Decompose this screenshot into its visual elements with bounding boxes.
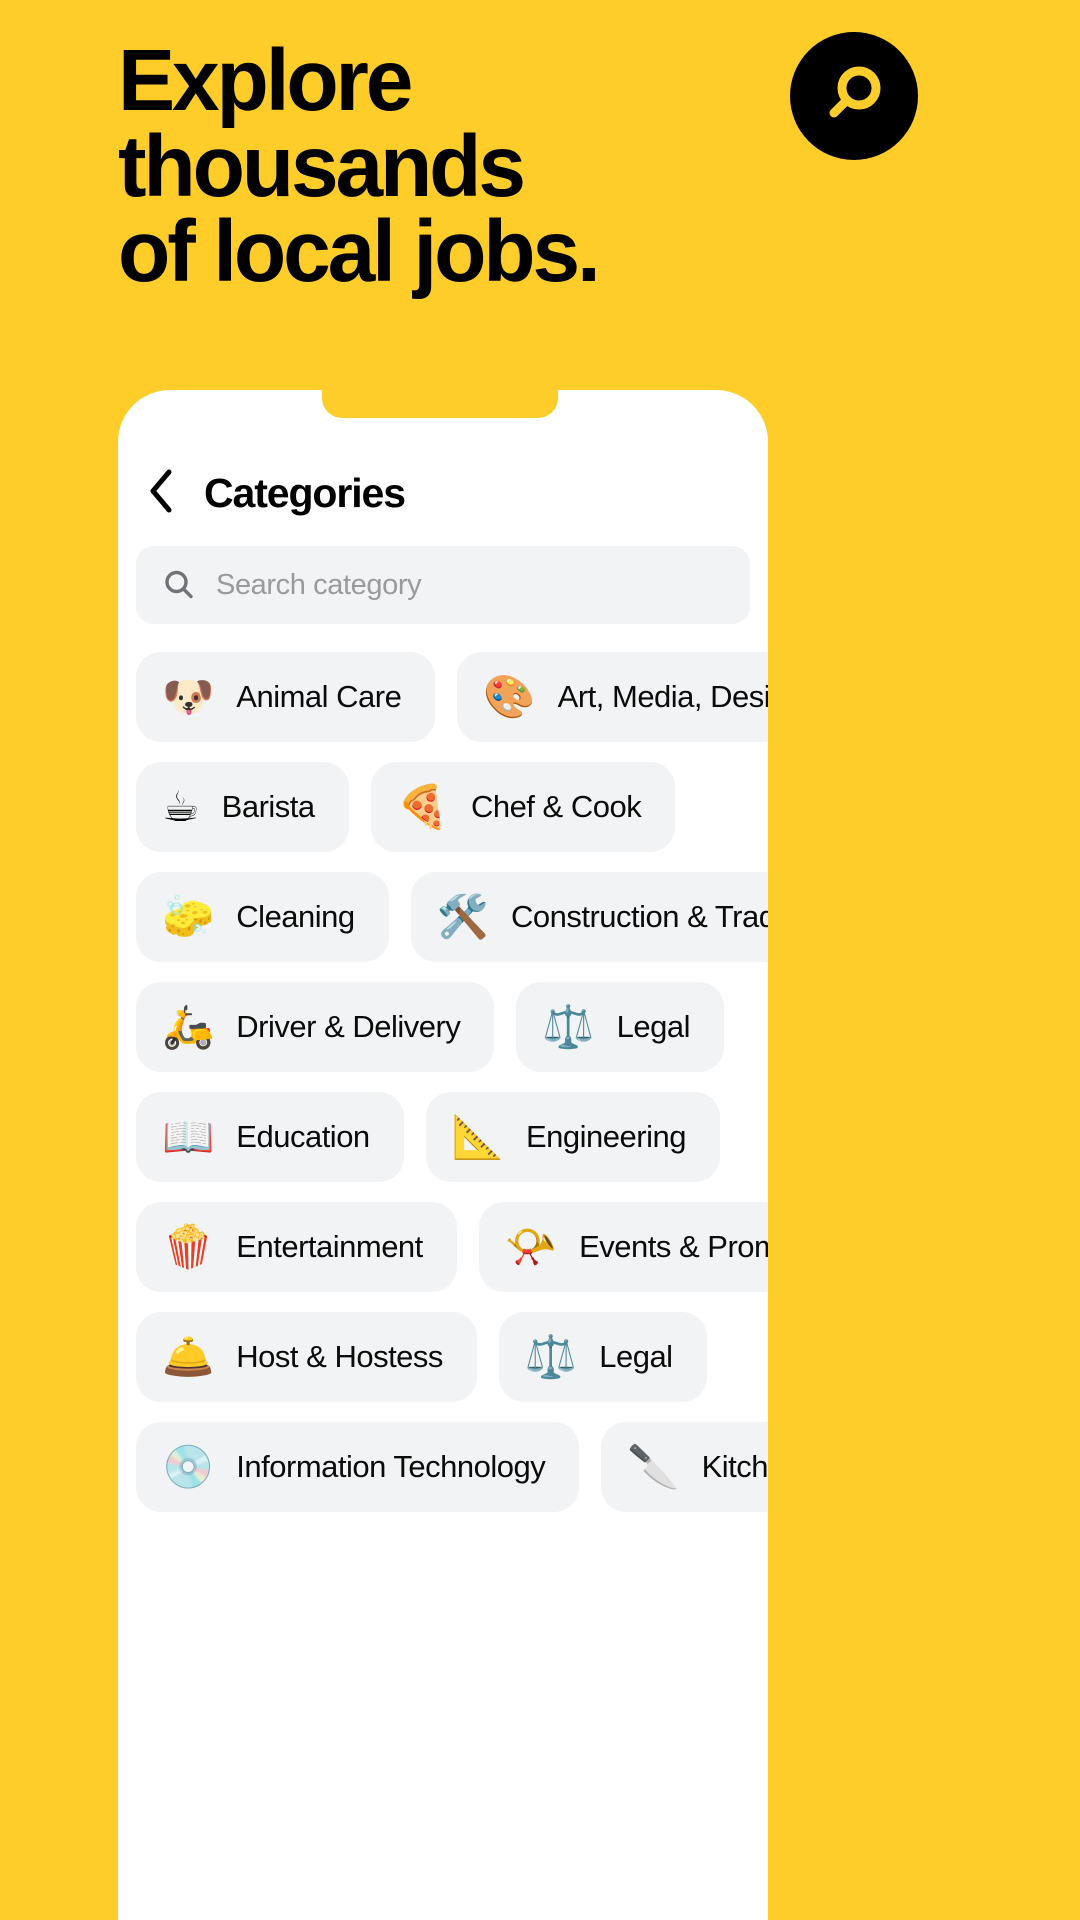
hot-beverage-emoji: ☕ (162, 782, 200, 831)
category-chip[interactable]: 🍿 Entertainment (136, 1202, 457, 1292)
bellhop-bell-emoji: 🛎️ (162, 1332, 215, 1381)
category-chip[interactable]: 🐶 Animal Care (136, 652, 436, 742)
category-chip-label: Chef & Cook (470, 789, 642, 824)
search-icon (816, 58, 892, 134)
category-chip[interactable]: ⚖️ Legal (498, 1312, 707, 1402)
back-button[interactable] (138, 468, 184, 519)
category-chip-row: 🛎️ Host & Hostess ⚖️ Legal (136, 1312, 768, 1402)
page-headline: Explore thousands of local jobs. (118, 32, 748, 301)
category-chip[interactable]: 📖 Education (136, 1092, 404, 1182)
category-chip[interactable]: 🧽 Cleaning (136, 872, 389, 962)
category-chip[interactable]: 💿 Information Technology (136, 1422, 580, 1512)
category-chip-label: Education (236, 1119, 370, 1154)
category-chip[interactable]: 🛵 Driver & Delivery (136, 982, 495, 1072)
category-chip-label: Engineering (525, 1119, 686, 1154)
headline-line-1: Explore (118, 32, 413, 129)
balance-scale-emoji: ⚖️ (524, 1332, 578, 1381)
hero-banner: Explore thousands of local jobs. (0, 0, 1080, 390)
search-icon (162, 568, 196, 602)
category-chip[interactable]: 🛠️ Construction & Trades (410, 872, 768, 962)
search-input-placeholder: Search category (216, 568, 422, 601)
pizza-emoji: 🍕 (396, 782, 449, 831)
open-book-emoji: 📖 (162, 1112, 215, 1161)
category-chip-label: Cleaning (236, 899, 355, 934)
optical-disk-emoji: 💿 (162, 1442, 215, 1491)
chevron-left-icon (147, 468, 175, 519)
category-chip[interactable]: 🍕 Chef & Cook (370, 762, 676, 852)
category-chip-label: Legal (599, 1339, 673, 1374)
popcorn-emoji: 🍿 (162, 1222, 215, 1271)
category-chip-label: Animal Care (236, 679, 402, 714)
headline-line-2: thousands (118, 117, 526, 215)
category-chip-label: Host & Hostess (236, 1339, 443, 1374)
kitchen-knife-emoji: 🔪 (627, 1442, 680, 1491)
motor-scooter-emoji: 🛵 (162, 1002, 215, 1051)
category-chip-row: 💿 Information Technology 🔪 Kitchen Porter (136, 1422, 768, 1512)
category-chip[interactable]: ⚖️ Legal (516, 982, 724, 1072)
category-chip-row: 🐶 Animal Care 🎨 Art, Media, Design (136, 652, 768, 742)
search-badge-button[interactable] (790, 32, 918, 160)
triangular-ruler-emoji: 📐 (451, 1112, 504, 1161)
category-chip-label: Driver & Delivery (236, 1009, 461, 1044)
category-chip[interactable]: 🛎️ Host & Hostess (136, 1312, 477, 1402)
category-chip-grid: 🐶 Animal Care 🎨 Art, Media, Design ☕ Barista 🍕… (136, 652, 768, 1532)
phone-notch (322, 390, 558, 418)
category-chip-label: Events & Promotions (579, 1229, 768, 1264)
category-chip-row: 🛵 Driver & Delivery ⚖️ Legal (136, 982, 768, 1072)
category-chip-label: Entertainment (236, 1229, 423, 1264)
artist-palette-emoji: 🎨 (483, 672, 536, 721)
page-title: Categories (204, 469, 406, 516)
category-chip-row: 🧽 Cleaning 🛠️ Construction & Trades (136, 872, 768, 962)
category-chip-row: 📖 Education 📐 Engineering (136, 1092, 768, 1182)
phone-mockup-screen: Categories Search category 🐶 Animal Care 🎨… (118, 390, 768, 1920)
category-chip-label: Art, Media, Design (557, 679, 768, 714)
dog-face-emoji: 🐶 (162, 672, 215, 721)
category-chip-label: Kitchen Porter (701, 1449, 768, 1484)
hammer-and-wrench-emoji: 🛠️ (436, 892, 489, 941)
category-chip[interactable]: 🎨 Art, Media, Design (457, 652, 768, 742)
headline-line-3: of local jobs. (118, 203, 601, 301)
postal-horn-emoji: 📯 (504, 1222, 558, 1271)
category-chip-row: ☕ Barista 🍕 Chef & Cook (136, 762, 768, 852)
balance-scale-emoji: ⚖️ (542, 1002, 595, 1051)
category-chip-label: Construction & Trades (510, 899, 768, 934)
category-chip[interactable]: 📐 Engineering (425, 1092, 720, 1182)
category-chip-label: Legal (616, 1009, 691, 1044)
category-chip[interactable]: 📯 Events & Promotions (478, 1202, 768, 1292)
category-chip[interactable]: ☕ Barista (136, 762, 349, 852)
category-chip-row: 🍿 Entertainment 📯 Events & Promotions (136, 1202, 768, 1292)
category-chip[interactable]: 🔪 Kitchen Porter (601, 1422, 768, 1512)
category-chip-label: Information Technology (236, 1449, 546, 1484)
search-input[interactable]: Search category (136, 546, 750, 624)
sponge-emoji: 🧽 (162, 892, 215, 941)
category-chip-label: Barista (221, 789, 315, 824)
screen-header: Categories (118, 456, 768, 530)
